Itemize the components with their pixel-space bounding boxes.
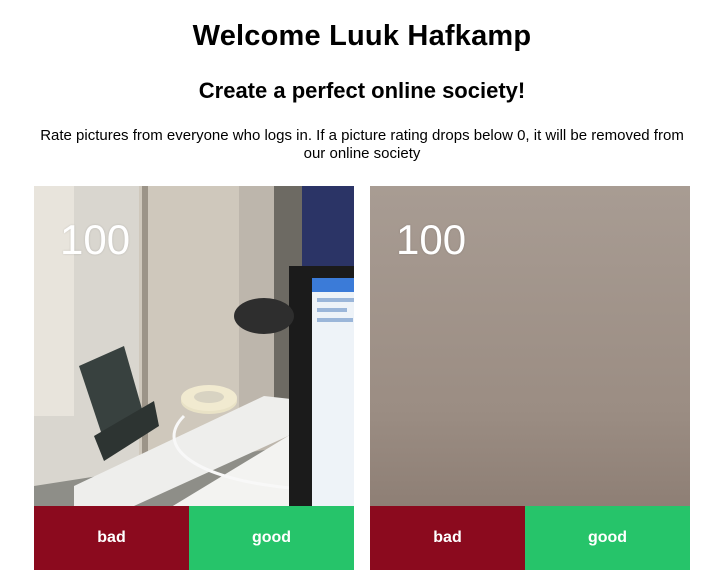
page: Welcome Luuk Hafkamp Create a perfect on… xyxy=(0,0,724,583)
good-button[interactable]: good xyxy=(525,506,690,570)
picture-wall-photo: 100 xyxy=(370,186,690,506)
picture-office-photo: 100 xyxy=(34,186,354,506)
page-subtitle: Create a perfect online society! xyxy=(198,78,526,103)
picture-rating: 100 xyxy=(396,216,467,263)
picture-card: 100 bad good xyxy=(370,186,690,570)
good-button[interactable]: good xyxy=(189,506,354,570)
description-text: Rate pictures from everyone who logs in.… xyxy=(40,127,684,162)
picture-rating: 100 xyxy=(60,216,131,263)
bad-button[interactable]: bad xyxy=(370,506,525,570)
welcome-title: Welcome Luuk Hafkamp xyxy=(192,20,532,52)
bad-button[interactable]: bad xyxy=(34,506,189,570)
picture-card: 100 bad good xyxy=(34,186,354,570)
